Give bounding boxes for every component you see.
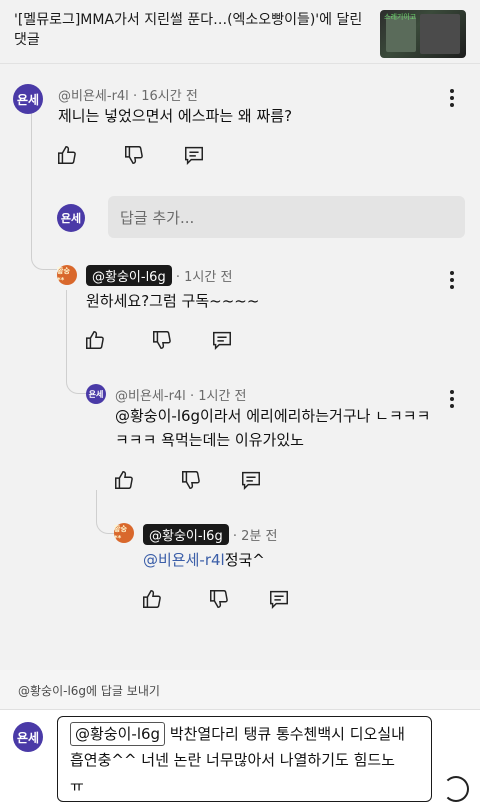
comment-icon[interactable]: [268, 588, 290, 610]
reply-mention[interactable]: @황숭이-l6g: [115, 407, 200, 425]
thread-line: [66, 290, 86, 394]
more-vert-icon[interactable]: [450, 89, 454, 110]
avatar[interactable]: 욘세: [13, 84, 43, 114]
reply-meta: @황숭이-l6g · 2분 전: [143, 524, 277, 545]
reply-text: 원하세요?그럼 구독~~~~: [86, 292, 260, 310]
reply-text-body: 정국^: [224, 551, 265, 569]
avatar-label: 욘세: [88, 389, 104, 399]
reply-time: 2분 전: [241, 529, 278, 544]
comment-icon[interactable]: [211, 329, 233, 351]
thumbs-up-icon[interactable]: [56, 144, 78, 166]
comment-author[interactable]: @비욘세-r4l: [58, 89, 129, 104]
reply-author[interactable]: @비욘세-r4l: [115, 389, 186, 404]
comment-icon[interactable]: [183, 144, 205, 166]
thumbs-down-icon[interactable]: [208, 588, 230, 610]
spinner-icon: [443, 776, 469, 802]
comments-panel: '[멜뮤로그]MMA가서 지린썰 푼다…(엑소오빵이들)'에 달린 댓글 스레기…: [0, 0, 480, 670]
reply-author[interactable]: @황숭이-l6g: [143, 524, 229, 545]
avatar: 욘세: [57, 204, 85, 232]
video-thumbnail[interactable]: 스레기이고: [380, 10, 466, 58]
thread-line: [96, 490, 114, 534]
reply-time: 1시간 전: [198, 389, 247, 404]
thumbs-up-icon[interactable]: [141, 588, 163, 610]
thumbnail-tag: 스레기이고: [384, 13, 417, 21]
video-header[interactable]: '[멜뮤로그]MMA가서 지린썰 푼다…(엑소오빵이들)'에 달린 댓글 스레기…: [0, 0, 480, 64]
comment-text: 제니는 넣었으면서 에스파는 왜 짜름?: [58, 107, 293, 125]
reply-text-line2: ㅋㅋㅋ 욕먹는데는 이유가있노: [115, 431, 304, 449]
avatar-label: 황숭**: [57, 267, 70, 284]
thumbs-down-icon[interactable]: [151, 329, 173, 351]
avatar[interactable]: 황숭**: [114, 523, 134, 543]
thread-line: [31, 112, 57, 270]
reply-input[interactable]: 답글 추가...: [108, 196, 465, 238]
avatar[interactable]: 욘세: [86, 384, 106, 404]
thumbnail-person-right: [420, 14, 460, 54]
reply-text: @황숭이-l6g이라서 에리에리하는거구나 ㄴㅋㅋㅋ ㅋㅋㅋ 욕먹는데는 이유가…: [115, 404, 455, 452]
compose-textarea[interactable]: @황숭이-l6g 박찬열다리 탱큐 통수첸백시 디오실내 흡연충^^ 너넨 논란…: [57, 716, 432, 802]
avatar: 욘세: [13, 722, 43, 752]
comment-time: 16시간 전: [141, 89, 198, 104]
more-vert-icon[interactable]: [450, 271, 454, 292]
thumbs-down-icon[interactable]: [123, 144, 145, 166]
reply-meta: @황숭이-l6g · 1시간 전: [86, 265, 232, 286]
compose-line2: 흡연충^^ 너넨 논란 너무많아서 나열하기도 힘드노: [70, 751, 395, 769]
avatar-label: 황숭**: [114, 525, 127, 542]
compose-line1: 박찬열다리 탱큐 통수첸백시 디오실내: [165, 725, 405, 743]
comment-icon[interactable]: [240, 469, 262, 491]
thumbs-up-icon[interactable]: [84, 329, 106, 351]
more-vert-icon[interactable]: [450, 390, 454, 411]
reply-input-placeholder: 답글 추가...: [120, 209, 195, 227]
video-title: '[멜뮤로그]MMA가서 지린썰 푼다…(엑소오빵이들)'에 달린 댓글: [14, 12, 363, 48]
avatar-label: 욘세: [16, 92, 40, 107]
avatar[interactable]: 황숭**: [57, 265, 77, 285]
avatar-label: 욘세: [60, 212, 82, 225]
compose-line3: ㅠ: [70, 777, 84, 795]
compose-area: @황숭이-l6g에 답글 보내기 욘세 @황숭이-l6g 박찬열다리 탱큐 통수…: [0, 670, 480, 810]
reply-time: 1시간 전: [184, 270, 233, 285]
reply-author[interactable]: @황숭이-l6g: [86, 265, 172, 286]
reply-text-line1: 이라서 에리에리하는거구나 ㄴㅋㅋㅋ: [200, 407, 431, 425]
thumbs-down-icon[interactable]: [180, 469, 202, 491]
comment-meta: @비욘세-r4l · 16시간 전: [58, 89, 198, 104]
reply-text: @비욘세-r4l정국^: [143, 548, 265, 572]
thumbs-up-icon[interactable]: [113, 469, 135, 491]
reply-mention[interactable]: @비욘세-r4l: [143, 551, 225, 569]
reply-meta: @비욘세-r4l · 1시간 전: [115, 389, 247, 404]
compose-mention[interactable]: @황숭이-l6g: [70, 722, 166, 746]
avatar-label: 욘세: [16, 730, 40, 745]
reply-to-bar: @황숭이-l6g에 답글 보내기: [0, 670, 480, 710]
reply-to-label: @황숭이-l6g에 답글 보내기: [18, 684, 160, 698]
